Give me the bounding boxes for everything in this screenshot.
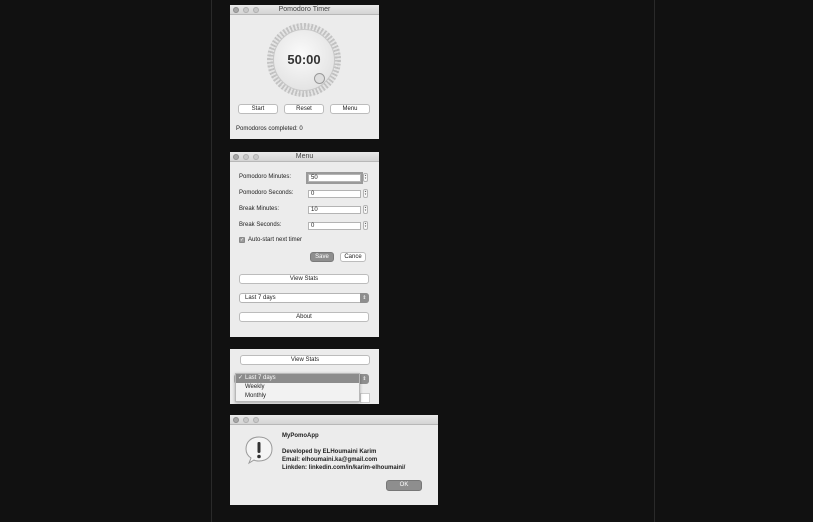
menu-button[interactable]: Menu — [330, 104, 370, 114]
underlying-control — [360, 393, 370, 403]
developer-text: Developed by ELHoumaini Karim — [282, 449, 377, 455]
pomodoro-minutes-field[interactable]: 50 — [306, 172, 363, 184]
pomodoro-seconds-field[interactable]: 0 — [308, 190, 361, 198]
break-minutes-field[interactable]: 10 — [308, 206, 361, 214]
break-minutes-label: Break Minutes: — [239, 206, 280, 212]
save-button[interactable]: Save — [310, 252, 334, 262]
about-dialog: MyPomoApp Developed by ELHoumaini Karim … — [230, 415, 438, 505]
pomodoro-minutes-label: Pomodoro Minutes: — [239, 174, 292, 180]
break-seconds-stepper[interactable]: ▴ ▾ — [363, 221, 368, 230]
email-text: Email: elhoumaini.ka@gmail.com — [282, 457, 378, 463]
timer-dial[interactable]: 50:00 — [267, 23, 341, 97]
pomodoro-timer-window: Pomodoro Timer 50:00 Start Reset Menu Po… — [230, 5, 379, 139]
dial-knob[interactable] — [314, 73, 325, 84]
pomodoro-seconds-stepper[interactable]: ▴ ▾ — [363, 189, 368, 198]
pomodoros-completed-text: Pomodoros completed: 0 — [236, 126, 303, 132]
close-button[interactable] — [233, 417, 239, 423]
title-bar: Menu — [230, 152, 379, 162]
left-divider — [211, 0, 212, 522]
view-stats-button[interactable]: View Stats — [240, 355, 370, 365]
option-label: Weekly — [245, 384, 265, 390]
select-arrows-icon: ⇕ — [360, 374, 369, 384]
autostart-label: Auto-start next timer — [248, 237, 303, 243]
timer-display: 50:00 — [287, 52, 321, 67]
view-stats-button[interactable]: View Stats — [239, 274, 369, 284]
break-seconds-label: Break Seconds: — [239, 222, 282, 228]
right-divider — [654, 0, 655, 522]
stats-period-dropdown: ✓ Last 7 days Weekly Monthly — [235, 373, 360, 402]
pomodoro-seconds-label: Pomodoro Seconds: — [239, 190, 294, 196]
alert-icon — [244, 435, 274, 465]
cancel-button[interactable]: Cance — [340, 252, 366, 262]
linkedin-text: Linkden: linkedin.com/in/karim-elhoumain… — [282, 465, 406, 471]
zoom-button[interactable] — [253, 417, 259, 423]
window-controls — [233, 417, 259, 423]
option-label: Last 7 days — [245, 375, 276, 381]
option-label: Monthly — [245, 393, 267, 399]
pomodoro-minutes-stepper[interactable]: ▴ ▾ — [363, 173, 368, 182]
title-bar: Pomodoro Timer — [230, 5, 379, 15]
timer-dial-face: 50:00 — [273, 29, 335, 91]
menu-window: Menu Pomodoro Minutes: 50 ▴ ▾ Pomodoro Se… — [230, 152, 379, 337]
checkmark-icon: ✓ — [240, 237, 245, 243]
checkmark-icon: ✓ — [238, 375, 244, 381]
start-button[interactable]: Start — [238, 104, 278, 114]
autostart-checkbox[interactable]: ✓ — [239, 237, 245, 243]
app-name: MyPomoApp — [282, 433, 319, 439]
minimize-button[interactable] — [243, 417, 249, 423]
stats-period-select[interactable]: Last 7 days ⇕ — [239, 293, 369, 303]
about-button[interactable]: About — [239, 312, 369, 322]
break-minutes-stepper[interactable]: ▴ ▾ — [363, 205, 368, 214]
reset-button[interactable]: Reset — [284, 104, 324, 114]
stats-dropdown-window: View Stats ⇕ ✓ Last 7 days Weekly Monthl… — [230, 349, 379, 404]
title-bar — [230, 415, 438, 425]
window-title: Pomodoro Timer — [278, 6, 331, 13]
dropdown-option-last-7-days[interactable]: ✓ Last 7 days — [236, 374, 359, 383]
break-seconds-field[interactable]: 0 — [308, 222, 361, 230]
window-title: Menu — [295, 153, 314, 160]
stats-period-value: Last 7 days — [245, 295, 276, 301]
dropdown-option-weekly[interactable]: Weekly — [236, 383, 359, 392]
select-arrows-icon: ⇕ — [360, 293, 369, 303]
dropdown-option-monthly[interactable]: Monthly — [236, 392, 359, 401]
ok-button[interactable]: OK — [386, 480, 422, 491]
